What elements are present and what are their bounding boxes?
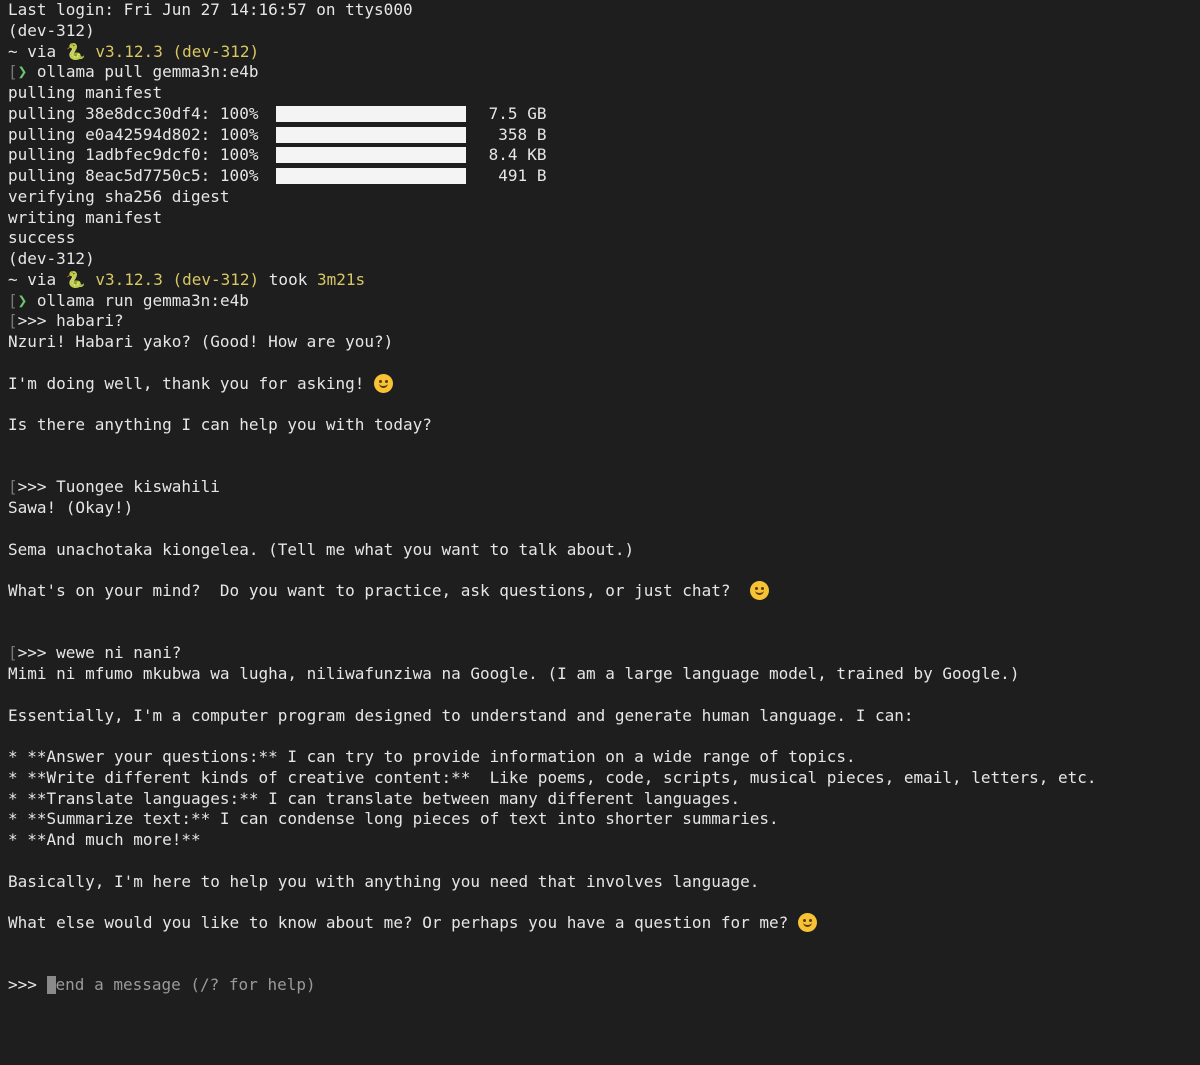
python-snake-icon: 🐍 [65,269,86,289]
progress-bar [276,168,467,184]
selection-bracket: [ [8,62,18,82]
assistant-line: What else would you like to know about m… [8,913,1200,934]
env-line: (dev-312) [8,249,95,268]
bullet-item: * **Translate languages:** I can transla… [8,788,741,808]
input-prompt: >>> [8,975,47,995]
command-line: [❯ ollama run gemma3n:e4b [8,291,1200,312]
run-command: ollama run gemma3n:e4b [36,290,249,310]
input-placeholder: end a message (/? for help) [55,975,316,995]
python-version: v3.12.3 (dev-312) [95,269,260,289]
bullet-item: * **Write different kinds of creative co… [8,767,1097,787]
progress-bar [276,126,467,143]
assistant-line: Is there anything I can help you with to… [8,415,432,434]
assistant-line: Nzuri! Habari yako? (Good! How are you?) [8,332,394,351]
chevron-right-icon: ❯ [17,290,28,310]
login-line: Last login: Fri Jun 27 14:16:57 on ttys0… [8,0,413,19]
pull-command: ollama pull gemma3n:e4b [36,62,259,82]
pull-manifest-line: pulling manifest [8,83,163,102]
home-tilde: ~ [8,269,18,289]
pull-layer-row: pulling 38e8dcc30df4: 100% 7.5 GB [8,104,1200,125]
bullet-item: * **And much more!** [8,830,201,849]
assistant-text: What else would you like to know about m… [8,913,798,932]
layer-label: pulling e0a42594d802: 100% [8,124,259,144]
layer-size: 7.5 GB [488,103,547,123]
layer-size: 491 B [498,166,547,185]
user-message-text: >>> Tuongee kiswahili [17,477,220,497]
user-message: [>>> wewe ni nani? [8,643,1200,664]
assistant-text: I'm doing well, thank you for asking! [8,373,375,393]
user-message-text: >>> habari? [17,311,124,331]
assistant-line: Sawa! (Okay!) [8,498,134,517]
python-snake-icon: 🐍 [65,41,86,61]
pull-layer-row: pulling e0a42594d802: 100% 358 B [8,125,1200,146]
terminal-window[interactable]: Last login: Fri Jun 27 14:16:57 on ttys0… [0,0,1200,1065]
assistant-line: Sema unachotaka kiongelea. (Tell me what… [8,539,635,559]
layer-label: pulling 1adbfec9dcf0: 100% [8,145,259,165]
smiling-face-emoji [797,913,817,932]
assistant-line: Essentially, I'm a computer program desi… [8,705,914,725]
selection-bracket: [ [8,643,18,663]
bullet-item: * **Answer your questions:** I can try t… [8,747,856,766]
message-input[interactable]: >>> end a message (/? for help) [8,975,1200,996]
success-line: success [8,228,76,248]
selection-bracket: [ [8,290,18,310]
progress-bar [276,105,467,122]
layer-size: 8.4 KB [488,145,547,165]
smiling-face-emoji [374,373,394,393]
text-cursor [46,976,56,995]
user-message-text: >>> wewe ni nani? [17,643,182,663]
progress-bar [276,147,467,164]
smiling-face-emoji [749,581,769,600]
via-label: via [27,41,57,61]
assistant-line: What's on your mind? Do you want to prac… [8,581,1200,602]
assistant-text: What's on your mind? Do you want to prac… [8,581,750,600]
prompt-line: ~ via 🐍 v3.12.3 (dev-312) took 3m21s [8,270,1200,291]
home-tilde: ~ [8,41,18,61]
bullet-item: * **Summarize text:** I can condense lon… [8,809,779,829]
took-duration: 3m21s [316,269,366,289]
pull-layer-row: pulling 1adbfec9dcf0: 100% 8.4 KB [8,145,1200,166]
via-label: via [27,269,57,289]
assistant-line: Mimi ni mfumo mkubwa wa lugha, niliwafun… [8,664,1020,683]
python-version: v3.12.3 (dev-312) [95,41,260,61]
env-line: (dev-312) [8,20,95,40]
command-line: [❯ ollama pull gemma3n:e4b [8,62,1200,83]
verifying-line: verifying sha256 digest [8,186,230,206]
layer-label: pulling 38e8dcc30df4: 100% [8,103,259,123]
pull-layer-row: pulling 8eac5d7750c5: 100% 491 B [8,166,1200,187]
prompt-line: ~ via 🐍 v3.12.3 (dev-312) [8,42,1200,63]
user-message: [>>> Tuongee kiswahili [8,477,1200,498]
selection-bracket: [ [8,311,18,331]
layer-size: 358 B [498,124,547,144]
writing-line: writing manifest [8,207,163,227]
assistant-line: I'm doing well, thank you for asking! [8,373,1200,395]
layer-label: pulling 8eac5d7750c5: 100% [8,166,259,185]
assistant-line: Basically, I'm here to help you with any… [8,871,760,891]
took-label: took [268,269,308,289]
selection-bracket: [ [8,477,18,497]
chevron-right-icon: ❯ [17,62,28,82]
user-message: [>>> habari? [8,311,1200,332]
